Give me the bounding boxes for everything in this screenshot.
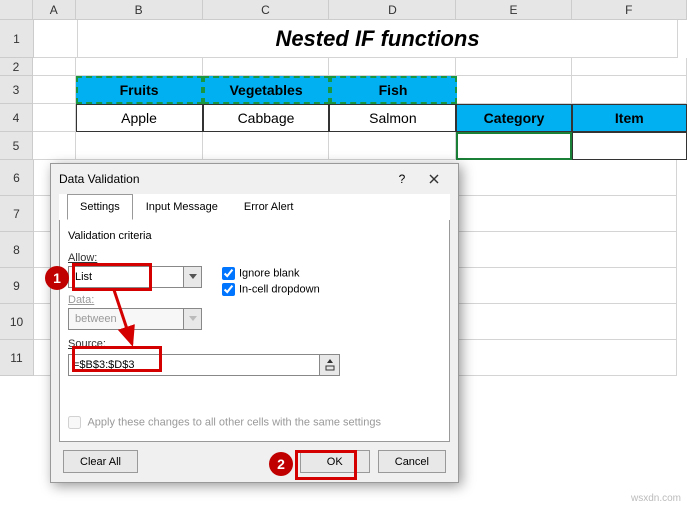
cell-e2[interactable] xyxy=(456,58,571,76)
clear-all-button[interactable]: Clear All xyxy=(63,450,138,473)
incell-dropdown-checkbox[interactable] xyxy=(222,283,235,296)
row-header-6[interactable]: 6 xyxy=(0,160,34,196)
apply-all-checkbox xyxy=(68,416,81,429)
cell-b5[interactable] xyxy=(76,132,203,160)
tab-error-alert[interactable]: Error Alert xyxy=(231,194,307,220)
collapse-icon xyxy=(325,359,335,371)
row-header-1[interactable]: 1 xyxy=(0,20,34,58)
cell-d2[interactable] xyxy=(329,58,456,76)
close-icon xyxy=(429,174,439,184)
row-header-4[interactable]: 4 xyxy=(0,104,33,132)
data-combo-button xyxy=(183,309,201,329)
row-header-8[interactable]: 8 xyxy=(0,232,34,268)
data-validation-dialog: Data Validation ? Settings Input Message… xyxy=(50,163,459,483)
cell-e4[interactable]: Category xyxy=(456,104,571,132)
allow-label: Allow: xyxy=(68,252,97,264)
source-input[interactable] xyxy=(68,354,320,376)
allow-combo-value: List xyxy=(69,271,183,283)
row-header-3[interactable]: 3 xyxy=(0,76,33,104)
col-header-f[interactable]: F xyxy=(572,0,687,19)
ignore-blank-label: Ignore blank xyxy=(239,267,300,279)
dialog-help-button[interactable]: ? xyxy=(386,168,418,190)
cell-f4[interactable]: Item xyxy=(572,104,687,132)
allow-combo-button[interactable] xyxy=(183,267,201,287)
source-range-picker[interactable] xyxy=(320,354,340,376)
source-label: Source: xyxy=(68,338,106,350)
cell-d5[interactable] xyxy=(329,132,456,160)
cell-a3[interactable] xyxy=(33,76,76,104)
cell-c3[interactable]: Vegetables xyxy=(203,76,330,104)
cell-b4[interactable]: Apple xyxy=(76,104,203,132)
cell-d3[interactable]: Fish xyxy=(330,76,457,104)
dialog-titlebar[interactable]: Data Validation ? xyxy=(51,164,458,194)
incell-dropdown-label: In-cell dropdown xyxy=(239,283,320,295)
data-label: Data: xyxy=(68,294,94,306)
data-combo: between xyxy=(68,308,202,330)
cell-a2[interactable] xyxy=(33,58,76,76)
cell-c5[interactable] xyxy=(203,132,330,160)
ok-button[interactable]: OK xyxy=(300,450,370,473)
cell-f5[interactable] xyxy=(572,132,687,160)
cell-b2[interactable] xyxy=(76,58,203,76)
cell-c4[interactable]: Cabbage xyxy=(203,104,330,132)
dialog-close-button[interactable] xyxy=(418,168,450,190)
chevron-down-icon xyxy=(189,274,197,280)
allow-combo[interactable]: List xyxy=(68,266,202,288)
ignore-blank-checkbox[interactable] xyxy=(222,267,235,280)
row-header-9[interactable]: 9 xyxy=(0,268,34,304)
row-header-2[interactable]: 2 xyxy=(0,58,33,76)
col-header-a[interactable]: A xyxy=(33,0,76,19)
dialog-title-text: Data Validation xyxy=(59,172,140,186)
tab-input-message[interactable]: Input Message xyxy=(133,194,231,220)
tab-body-settings: Validation criteria Allow: List Data: be… xyxy=(59,220,450,442)
cell-a1[interactable] xyxy=(34,20,78,58)
data-combo-value: between xyxy=(69,313,183,325)
col-header-e[interactable]: E xyxy=(456,0,571,19)
tab-settings[interactable]: Settings xyxy=(67,194,133,220)
watermark: wsxdn.com xyxy=(631,493,681,504)
row-header-10[interactable]: 10 xyxy=(0,304,34,340)
row-header-5[interactable]: 5 xyxy=(0,132,33,160)
apply-all-label: Apply these changes to all other cells w… xyxy=(87,416,381,428)
cell-a4[interactable] xyxy=(33,104,76,132)
row-header-7[interactable]: 7 xyxy=(0,196,34,232)
validation-criteria-label: Validation criteria xyxy=(68,230,441,242)
cancel-button[interactable]: Cancel xyxy=(378,450,446,473)
cell-c2[interactable] xyxy=(203,58,330,76)
dialog-tabs: Settings Input Message Error Alert xyxy=(59,194,450,220)
col-header-d[interactable]: D xyxy=(329,0,456,19)
select-all-corner[interactable] xyxy=(0,0,33,20)
col-header-c[interactable]: C xyxy=(203,0,330,19)
cell-f3[interactable] xyxy=(572,76,687,104)
col-header-b[interactable]: B xyxy=(76,0,203,19)
cell-f2[interactable] xyxy=(572,58,687,76)
cell-e3[interactable] xyxy=(457,76,572,104)
cell-e5-selected[interactable] xyxy=(456,132,571,160)
chevron-down-icon xyxy=(189,316,197,322)
title-cell[interactable]: Nested IF functions xyxy=(78,20,678,58)
row-header-11[interactable]: 11 xyxy=(0,340,34,376)
cell-b3[interactable]: Fruits xyxy=(76,76,203,104)
cell-a5[interactable] xyxy=(33,132,76,160)
cell-d4[interactable]: Salmon xyxy=(329,104,456,132)
